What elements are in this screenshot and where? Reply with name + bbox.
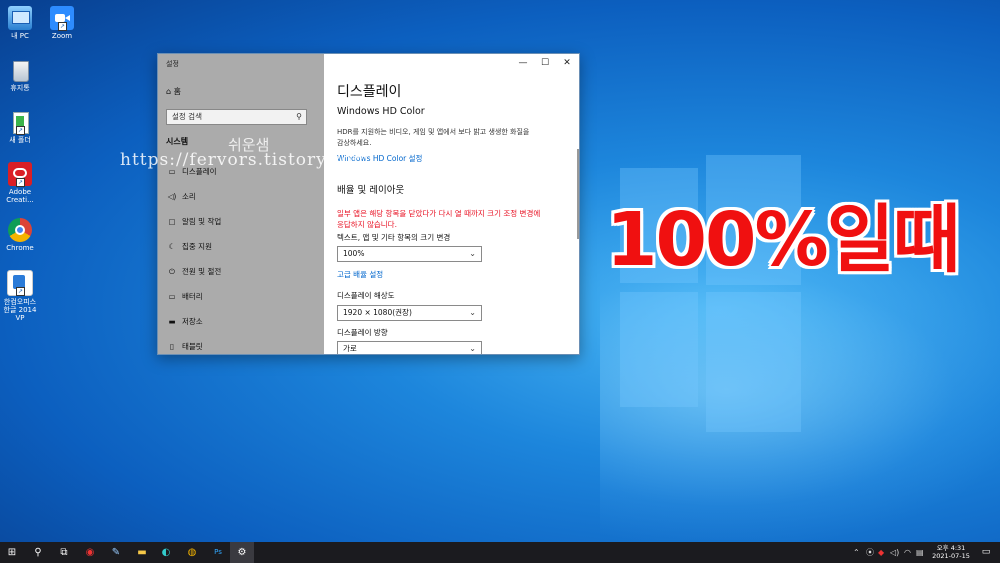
taskbar: ⊞ ⚲ ⧉ ◉ ✎ ▬ ◐ ◍ Ps ⚙ ⌃ ⦿ ◆ ◁) ◠ ▤ 오후 4:3… bbox=[0, 542, 1000, 563]
volume-icon[interactable]: ◁) bbox=[890, 542, 899, 563]
settings-search-input[interactable]: 설정 검색 ⚲ bbox=[166, 109, 307, 125]
keyboard-icon[interactable]: ▤ bbox=[916, 542, 924, 563]
resolution-label: 디스플레이 해상도 bbox=[337, 291, 395, 300]
desktop-icon-this-pc[interactable]: 내 PC bbox=[0, 6, 40, 40]
sidebar-item-focus-assist[interactable]: ☾ 집중 지원 bbox=[166, 241, 212, 252]
folder-icon: ▬ bbox=[137, 547, 147, 558]
security-icon[interactable]: ◆ bbox=[878, 542, 884, 563]
adobe-creative-cloud-icon: ↗ bbox=[8, 162, 32, 187]
hancom-office-icon: ↗ bbox=[7, 270, 33, 296]
battery-icon: ▭ bbox=[168, 292, 176, 301]
sound-icon: ◁) bbox=[167, 192, 177, 201]
photoshop-icon: Ps bbox=[214, 548, 222, 556]
taskbar-edge[interactable]: ◐ bbox=[154, 542, 178, 563]
sidebar-item-home[interactable]: ⌂ 홈 bbox=[166, 86, 181, 97]
clock[interactable]: 오후 4:31 2021-07-15 bbox=[930, 544, 972, 560]
chevron-down-icon: ⌄ bbox=[469, 308, 476, 317]
sidebar-item-storage[interactable]: ▬ 저장소 bbox=[166, 316, 202, 327]
desktop-icon-adobe[interactable]: ↗ Adobe Creati... bbox=[0, 162, 40, 204]
hdr-description: HDR를 지원하는 비디오, 게임 및 앱에서 보다 밝고 생생한 화질을 감상… bbox=[337, 128, 530, 147]
scale-dropdown[interactable]: 100% ⌄ bbox=[337, 246, 482, 262]
task-view-button[interactable]: ⧉ bbox=[52, 542, 76, 563]
taskbar-file-explorer[interactable]: ▬ bbox=[130, 542, 154, 563]
taskbar-app-feather[interactable]: ✎ bbox=[104, 542, 128, 563]
search-button[interactable]: ⚲ bbox=[26, 542, 50, 563]
chevron-down-icon: ⌄ bbox=[469, 249, 476, 258]
sidebar-item-tablet[interactable]: ▯ 태블릿 bbox=[166, 341, 203, 352]
power-icon: ⏻ bbox=[169, 267, 175, 276]
chrome-icon bbox=[8, 218, 32, 242]
search-icon: ⚲ bbox=[296, 112, 302, 121]
edge-icon: ◐ bbox=[161, 547, 171, 558]
chrome-icon: ◍ bbox=[187, 547, 197, 558]
settings-main: — ☐ ✕ 디스플레이 Windows HD Color HDR를 지원하는 비… bbox=[324, 54, 579, 354]
settings-window[interactable]: 설정 ⌂ 홈 설정 검색 ⚲ 시스템 ▭ 디스플레이 ◁) 소리 ▢ 알림 및 작업 … bbox=[157, 53, 580, 355]
scale-warning: 일부 앱은 해당 항목을 닫았다가 다시 열 때까지 크기 조정 변경에 응답하… bbox=[337, 209, 541, 229]
folder-icon: ↗ bbox=[8, 110, 32, 135]
start-button[interactable]: ⊞ bbox=[0, 542, 24, 563]
desktop-icon-chrome[interactable]: Chrome bbox=[0, 218, 40, 252]
scale-layout-heading: 배율 및 레이아웃 bbox=[337, 185, 405, 196]
chevron-up-icon: ⌃ bbox=[853, 548, 860, 557]
search-icon: ⚲ bbox=[34, 547, 42, 558]
desktop-icon-hancom[interactable]: ↗ 한컴오피스 한글 2014 VP bbox=[0, 270, 40, 322]
sidebar-item-notifications[interactable]: ▢ 알림 및 작업 bbox=[166, 216, 221, 227]
minimize-button[interactable]: — bbox=[512, 56, 534, 70]
orientation-label: 디스플레이 방향 bbox=[337, 328, 388, 337]
page-title: 디스플레이 bbox=[337, 84, 402, 100]
taskbar-photoshop[interactable]: Ps bbox=[206, 542, 230, 563]
chevron-down-icon: ⌄ bbox=[469, 344, 476, 353]
wallpaper-window-pane bbox=[620, 292, 698, 407]
task-view-icon: ⧉ bbox=[60, 547, 68, 558]
tray-overflow-button[interactable]: ⌃ bbox=[853, 542, 860, 563]
sidebar-item-sound[interactable]: ◁) 소리 bbox=[166, 191, 196, 202]
taskbar-chrome[interactable]: ◍ bbox=[180, 542, 204, 563]
focus-assist-icon: ☾ bbox=[168, 242, 176, 251]
watermark-url: https://fervors.tistory.com bbox=[120, 150, 370, 170]
taskbar-app-red[interactable]: ◉ bbox=[78, 542, 102, 563]
advanced-scaling-link[interactable]: 고급 배율 설정 bbox=[337, 269, 383, 280]
settings-sidebar: 설정 ⌂ 홈 설정 검색 ⚲ 시스템 ▭ 디스플레이 ◁) 소리 ▢ 알림 및 작업 … bbox=[158, 54, 324, 354]
overlay-caption: 100%일때 bbox=[606, 197, 961, 283]
resolution-dropdown[interactable]: 1920 × 1080(권장) ⌄ bbox=[337, 305, 482, 321]
windows-icon: ⊞ bbox=[7, 547, 17, 558]
desktop-icon-zoom[interactable]: ↗ Zoom bbox=[42, 6, 82, 40]
sidebar-item-power[interactable]: ⏻ 전원 및 절전 bbox=[166, 266, 221, 277]
tablet-icon: ▯ bbox=[169, 342, 175, 351]
pen-icon: ✎ bbox=[111, 547, 121, 558]
desktop-icon-recycle-bin[interactable]: 휴지통 bbox=[0, 58, 40, 92]
this-pc-icon bbox=[8, 6, 32, 30]
maximize-button[interactable]: ☐ bbox=[534, 56, 556, 70]
network-icon[interactable]: ⦿ bbox=[866, 542, 874, 563]
desktop-icon-new-folder[interactable]: ↗ 새 폴더 bbox=[0, 110, 40, 144]
gear-icon: ⚙ bbox=[237, 547, 247, 558]
storage-icon: ▬ bbox=[168, 317, 176, 326]
notification-icon[interactable]: ▭ bbox=[980, 546, 992, 558]
notifications-icon: ▢ bbox=[168, 217, 176, 226]
taskbar-settings[interactable]: ⚙ bbox=[230, 542, 254, 563]
home-icon: ⌂ bbox=[166, 87, 172, 96]
wifi-icon[interactable]: ◠ bbox=[904, 542, 911, 563]
zoom-icon: ↗ bbox=[50, 6, 74, 31]
hdr-heading: Windows HD Color bbox=[337, 106, 425, 117]
sidebar-item-battery[interactable]: ▭ 배터리 bbox=[166, 291, 202, 302]
scrollbar[interactable] bbox=[577, 149, 579, 239]
desktop: 내 PC ↗ Zoom 휴지통 ↗ 새 폴더 ↗ Adobe Creati... bbox=[0, 0, 1000, 542]
sidebar-section-title: 시스템 bbox=[166, 137, 189, 146]
record-icon: ◉ bbox=[85, 547, 95, 558]
orientation-dropdown[interactable]: 가로 ⌄ bbox=[337, 341, 482, 354]
window-title: 설정 bbox=[166, 60, 179, 68]
scale-label: 텍스트, 앱 및 기타 항목의 크기 변경 bbox=[337, 233, 451, 242]
recycle-bin-icon bbox=[8, 58, 32, 82]
close-button[interactable]: ✕ bbox=[556, 56, 578, 70]
wallpaper-window-pane bbox=[706, 292, 801, 432]
